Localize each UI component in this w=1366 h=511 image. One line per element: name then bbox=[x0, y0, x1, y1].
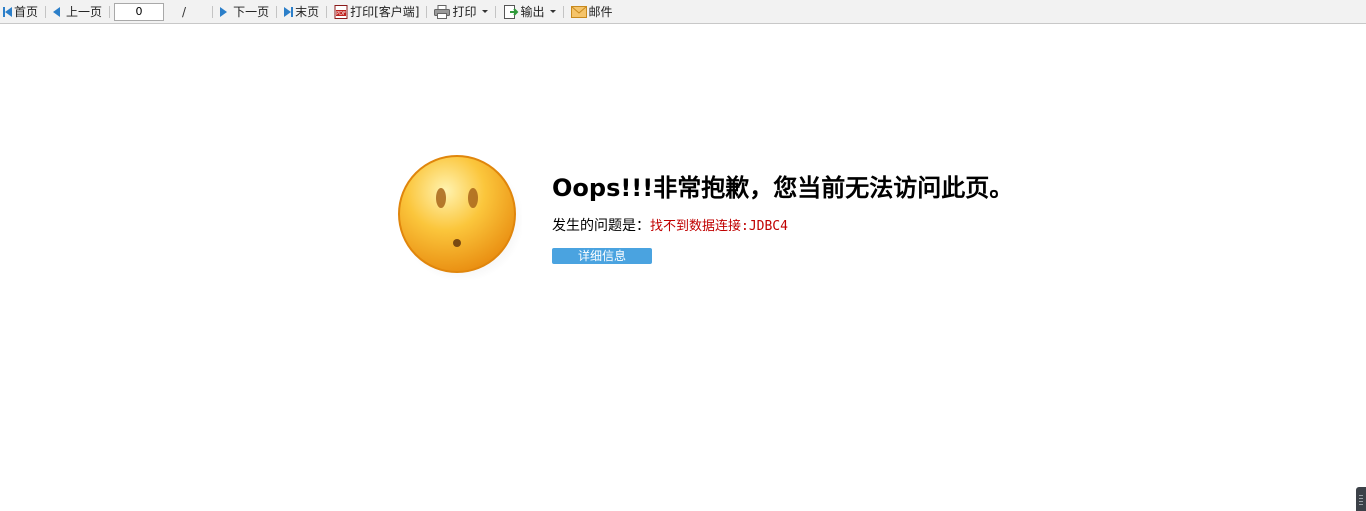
pdf-print-icon: PDF bbox=[334, 4, 348, 19]
next-page-button[interactable]: 下一页 bbox=[217, 2, 272, 22]
first-page-icon bbox=[3, 6, 12, 17]
page-separator: / bbox=[182, 4, 187, 19]
print-label: 打印 bbox=[452, 5, 477, 19]
printer-icon bbox=[434, 4, 451, 19]
export-icon bbox=[503, 4, 518, 19]
corner-widget[interactable] bbox=[1356, 487, 1366, 511]
toolbar-separator bbox=[109, 5, 111, 18]
problem-detail: 找不到数据连接:JDBC4 bbox=[650, 219, 788, 234]
prev-page-icon bbox=[53, 6, 61, 17]
first-page-button[interactable]: 首页 bbox=[0, 2, 41, 22]
last-page-button[interactable]: 末页 bbox=[281, 2, 322, 22]
error-title: Oops!!!非常抱歉，您当前无法访问此页。 bbox=[552, 174, 1014, 202]
print-client-button[interactable]: PDF 打印[客户端] bbox=[331, 2, 422, 22]
details-button[interactable]: 详细信息 bbox=[552, 248, 652, 264]
toolbar-separator bbox=[426, 5, 428, 18]
surprised-face-icon bbox=[398, 155, 522, 280]
last-page-label: 末页 bbox=[295, 5, 320, 19]
toolbar-separator bbox=[562, 5, 564, 18]
svg-text:PDF: PDF bbox=[336, 11, 346, 17]
report-toolbar: 首页 上一页 / 下一页 末页 PDF 打印[客户端] 打印 bbox=[0, 0, 1366, 24]
page-number-input[interactable] bbox=[114, 2, 165, 21]
prev-page-label: 上一页 bbox=[66, 5, 103, 19]
print-menu-button[interactable]: 打印 bbox=[431, 2, 490, 22]
error-problem: 发生的问题是：找不到数据连接:JDBC4 bbox=[552, 215, 788, 235]
next-page-icon bbox=[220, 6, 228, 17]
next-page-label: 下一页 bbox=[233, 5, 270, 19]
error-page: Oops!!!非常抱歉，您当前无法访问此页。 发生的问题是：找不到数据连接:JD… bbox=[0, 25, 1366, 511]
export-menu-button[interactable]: 输出 bbox=[500, 2, 559, 22]
toolbar-separator bbox=[494, 5, 496, 18]
toolbar-separator bbox=[45, 5, 47, 18]
last-page-icon bbox=[284, 6, 294, 17]
chevron-down-icon bbox=[549, 10, 556, 13]
chevron-down-icon bbox=[481, 10, 488, 13]
toolbar-separator bbox=[326, 5, 328, 18]
mail-icon bbox=[570, 5, 587, 18]
print-client-label: 打印[客户端] bbox=[350, 5, 420, 19]
prev-page-button[interactable]: 上一页 bbox=[50, 2, 105, 22]
toolbar-separator bbox=[212, 5, 214, 18]
mail-label: 邮件 bbox=[588, 5, 613, 19]
export-label: 输出 bbox=[520, 5, 545, 19]
problem-label: 发生的问题是： bbox=[552, 218, 650, 234]
first-page-label: 首页 bbox=[14, 5, 39, 19]
toolbar-separator bbox=[276, 5, 278, 18]
mail-button[interactable]: 邮件 bbox=[568, 2, 616, 22]
